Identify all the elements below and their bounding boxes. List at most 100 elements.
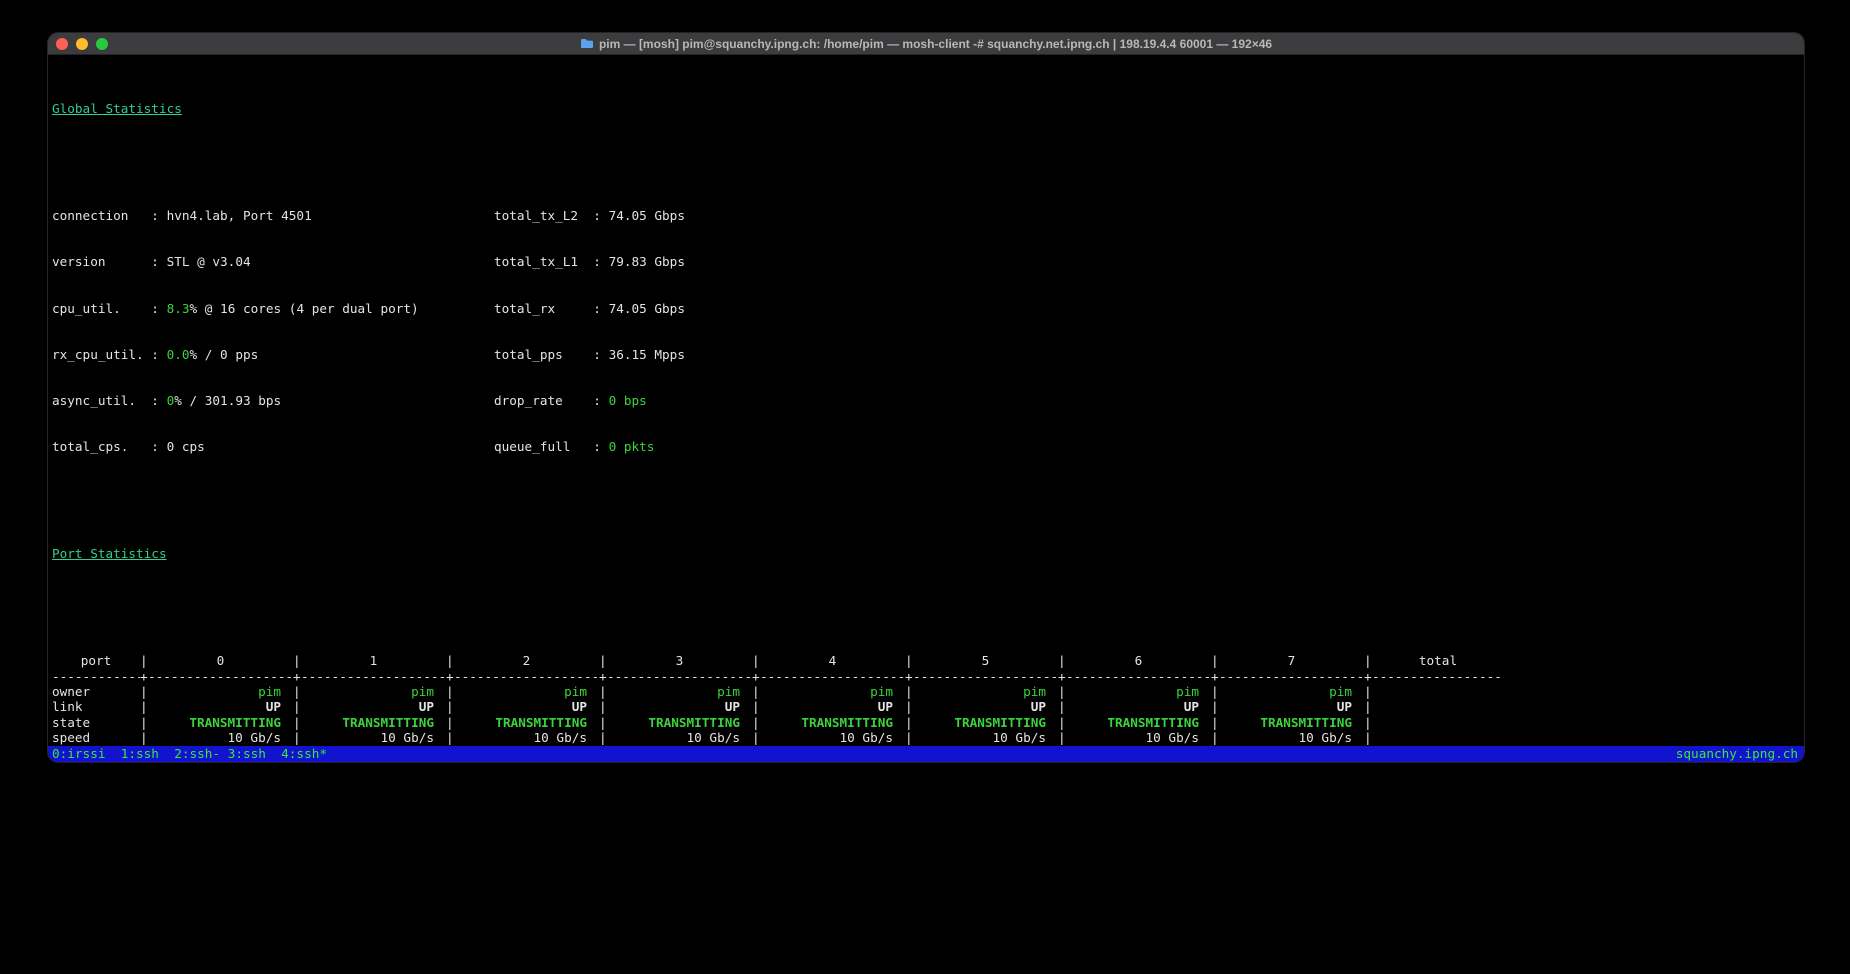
global-stat-row: version : STL @ v3.04 total_tx_L1 : 79.8… — [52, 254, 1804, 269]
divider-dashes: ---------------------------------------- — [913, 669, 1058, 684]
close-button[interactable] — [56, 38, 68, 50]
column-separator: | — [1211, 699, 1219, 714]
column-separator: | — [140, 699, 148, 714]
stat-label: total_tx_L2 : — [494, 208, 609, 223]
stat-value-highlight: 0 bps — [609, 393, 647, 408]
cell-value: UP — [301, 699, 446, 714]
col-header: 1 — [301, 653, 446, 668]
divider-cross: + — [1058, 669, 1066, 684]
divider-dashes: ---------------------------------------- — [454, 669, 599, 684]
folder-icon — [580, 38, 594, 49]
terminal-window: pim — [mosh] pim@squanchy.ipng.ch: /home… — [48, 33, 1804, 762]
cell-value: 10 Gb/s — [301, 730, 446, 745]
column-separator: | — [293, 715, 301, 730]
stat-value: 74.05 Gbps — [609, 208, 685, 223]
cell-value: UP — [148, 699, 293, 714]
column-separator: | — [905, 653, 913, 668]
stat-value: 79.83 Gbps — [609, 254, 685, 269]
cell-value: pim — [454, 684, 599, 699]
divider-cross: + — [446, 669, 454, 684]
cell-value: 10 Gb/s — [1219, 730, 1364, 745]
stat-label: cpu_util. : — [52, 301, 167, 316]
col-header: 7 — [1219, 653, 1364, 668]
column-separator: | — [1364, 730, 1372, 745]
cell-value: UP — [454, 699, 599, 714]
statusbar-hostname: squanchy.ipng.ch — [1676, 746, 1798, 762]
table-row: link|UP|UP|UP|UP|UP|UP|UP|UP| — [52, 699, 1804, 714]
titlebar[interactable]: pim — [mosh] pim@squanchy.ipng.ch: /home… — [48, 33, 1804, 55]
divider-dashes: ---------------------------------------- — [760, 669, 905, 684]
cell-value: UP — [607, 699, 752, 714]
cell-value: UP — [1219, 699, 1364, 714]
divider-dashes: ---------------------------------------- — [1219, 669, 1364, 684]
col-header: 0 — [148, 653, 293, 668]
cell-value: pim — [1219, 684, 1364, 699]
column-separator: | — [599, 715, 607, 730]
column-separator: | — [293, 730, 301, 745]
column-separator: | — [140, 730, 148, 745]
column-separator: | — [446, 653, 454, 668]
stat-value: 36.15 Mpps — [609, 347, 685, 362]
cell-value: TRANSMITTING — [454, 715, 599, 730]
zoom-button[interactable] — [96, 38, 108, 50]
stat-value: % @ 16 cores (4 per dual port) — [190, 301, 419, 316]
stat-value-highlight: 0.0 — [167, 347, 190, 362]
stat-value-highlight: 8.3 — [167, 301, 190, 316]
minimize-button[interactable] — [76, 38, 88, 50]
col-header: 4 — [760, 653, 905, 668]
column-separator: | — [140, 653, 148, 668]
col-header-total: total — [1372, 653, 1504, 668]
global-statistics-heading: Global Statistics — [52, 101, 1804, 116]
row-label: link — [52, 699, 140, 714]
cell-value: 10 Gb/s — [760, 730, 905, 745]
stat-label: total_tx_L1 : — [494, 254, 609, 269]
divider-cross: + — [905, 669, 913, 684]
column-separator: | — [599, 653, 607, 668]
terminal-content[interactable]: Global Statistics connection : hvn4.lab,… — [48, 55, 1804, 762]
window-title-area: pim — [mosh] pim@squanchy.ipng.ch: /home… — [48, 33, 1804, 54]
cell-value: 10 Gb/s — [454, 730, 599, 745]
window-title: pim — [mosh] pim@squanchy.ipng.ch: /home… — [599, 37, 1272, 51]
column-separator: | — [1211, 684, 1219, 699]
divider-cross: + — [1211, 669, 1219, 684]
table-row: speed|10 Gb/s|10 Gb/s|10 Gb/s|10 Gb/s|10… — [52, 730, 1804, 745]
cell-value: TRANSMITTING — [1219, 715, 1364, 730]
global-stat-row: connection : hvn4.lab, Port 4501 total_t… — [52, 208, 1804, 223]
total-value — [1372, 730, 1504, 745]
column-separator: | — [293, 684, 301, 699]
cell-value: TRANSMITTING — [607, 715, 752, 730]
column-separator: | — [905, 715, 913, 730]
stat-label: queue_full : — [494, 439, 609, 454]
stat-label: version : — [52, 254, 167, 269]
global-stat-row: cpu_util. : 8.3% @ 16 cores (4 per dual … — [52, 301, 1804, 316]
total-value — [1372, 699, 1504, 714]
table-row: owner|pim|pim|pim|pim|pim|pim|pim|pim| — [52, 684, 1804, 699]
column-separator: | — [905, 699, 913, 714]
stat-label: drop_rate : — [494, 393, 609, 408]
col-header: 3 — [607, 653, 752, 668]
column-separator: | — [140, 684, 148, 699]
divider-dashes: ---------------------------------------- — [607, 669, 752, 684]
column-separator: | — [293, 699, 301, 714]
column-separator: | — [905, 730, 913, 745]
column-separator: | — [599, 699, 607, 714]
column-separator: | — [599, 684, 607, 699]
stat-value: 0 cps — [167, 439, 205, 454]
cell-value: TRANSMITTING — [148, 715, 293, 730]
cell-value: TRANSMITTING — [1066, 715, 1211, 730]
col-header: 6 — [1066, 653, 1211, 668]
stat-value: % / 0 pps — [190, 347, 259, 362]
cell-value: 10 Gb/s — [607, 730, 752, 745]
divider-dashes: ---------------------------------------- — [148, 669, 293, 684]
stat-label: connection : — [52, 208, 167, 223]
stat-label: rx_cpu_util. : — [52, 347, 167, 362]
column-separator: | — [752, 730, 760, 745]
cell-value: UP — [760, 699, 905, 714]
global-stat-row: async_util. : 0% / 301.93 bps drop_rate … — [52, 393, 1804, 408]
table-divider-row: ----------------------------------------… — [52, 669, 1804, 684]
column-separator: | — [446, 730, 454, 745]
cell-value: pim — [301, 684, 446, 699]
divider-cross: + — [293, 669, 301, 684]
blank-line — [52, 147, 1804, 162]
stat-value: STL @ v3.04 — [167, 254, 251, 269]
